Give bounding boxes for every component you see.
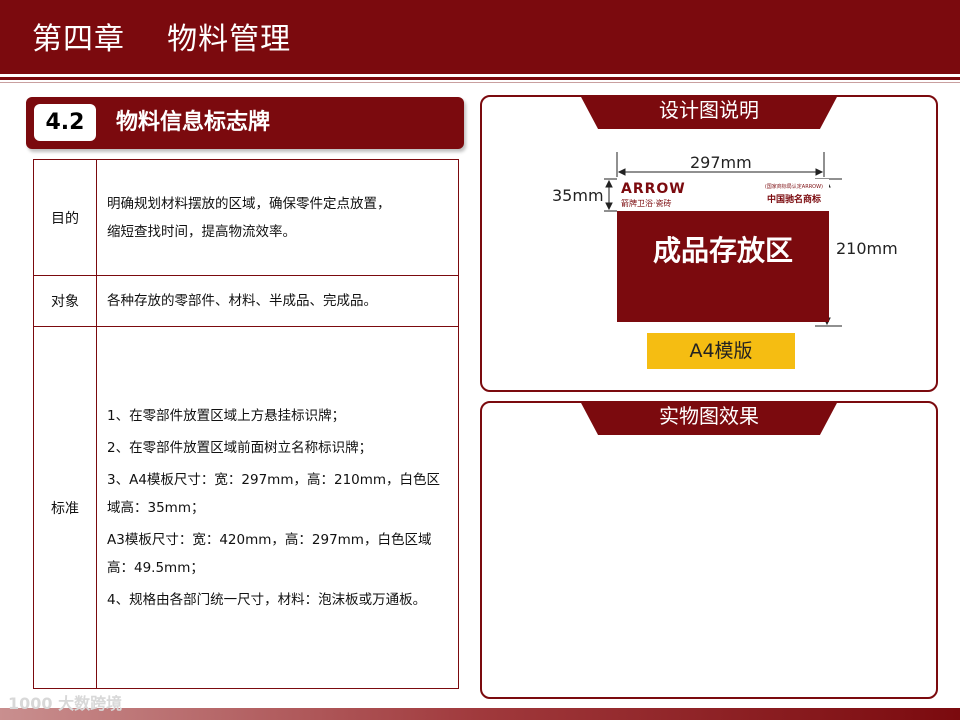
sign-plate: ARROW 箭牌卫浴·瓷砖 (国家商标局认定ARROW) 中国驰名商标 成品存放… (617, 179, 829, 322)
table-row: 对象 各种存放的零部件、材料、半成品、完成品。 (33, 275, 459, 327)
height-label: 210mm (836, 239, 898, 258)
trademark-label: 中国驰名商标 (766, 195, 821, 205)
standard-item: 2、在零部件放置区域前面树立名称标识牌； (107, 439, 373, 456)
standard-item: 3、A4模板尺寸：宽：297mm，高：210mm，白色区域高：35mm； (107, 471, 441, 516)
brand-subtitle: 箭牌卫浴·瓷砖 (621, 199, 672, 208)
sign-white-band: ARROW 箭牌卫浴·瓷砖 (国家商标局认定ARROW) 中国驰名商标 (617, 179, 829, 211)
trademark-note: (国家商标局认定ARROW) (764, 184, 823, 190)
standard-item: 4、规格由各部门统一尺寸，材料：泡沫板或万通板。 (107, 591, 427, 608)
standard-item: A3模板尺寸：宽：420mm，高：297mm，白色区域高：49.5mm； (107, 531, 432, 576)
object-label: 对象 (33, 275, 97, 327)
section-title: 物料信息标志牌 (116, 110, 271, 135)
section-number: 4.2 (34, 104, 96, 141)
standard-value: 1、在零部件放置区域上方悬挂标识牌； 2、在零部件放置区域前面树立名称标识牌； … (96, 326, 459, 689)
footer-bar (0, 708, 960, 720)
sign-text: 成品存放区 (652, 234, 793, 267)
page-title: 第四章 物料管理 (32, 22, 292, 57)
info-table: 目的 明确规划材料摆放的区域，确保零件定点放置， 缩短查找时间，提高物流效率。 … (33, 159, 459, 689)
purpose-label: 目的 (33, 159, 97, 276)
purpose-value: 明确规划材料摆放的区域，确保零件定点放置， 缩短查找时间，提高物流效率。 (96, 159, 459, 276)
purpose-line: 缩短查找时间，提高物流效率。 (107, 223, 296, 240)
standard-label: 标准 (33, 326, 97, 689)
watermark: 1000 大数跨境 (8, 694, 123, 713)
white-height-label: 35mm (552, 186, 604, 205)
brand-logo: ARROW (621, 181, 686, 197)
table-row: 目的 明确规划材料摆放的区域，确保零件定点放置， 缩短查找时间，提高物流效率。 (33, 159, 459, 276)
divider-thin (0, 82, 960, 83)
template-label: A4模版 (647, 333, 795, 369)
effect-panel-title: 实物图效果 (580, 401, 838, 435)
section-header: 4.2 物料信息标志牌 (26, 97, 464, 149)
title-bar: 第四章 物料管理 (0, 0, 960, 74)
object-value: 各种存放的零部件、材料、半成品、完成品。 (96, 275, 459, 327)
purpose-line: 明确规划材料摆放的区域，确保零件定点放置， (107, 195, 391, 212)
standard-item: 1、在零部件放置区域上方悬挂标识牌； (107, 407, 346, 424)
table-row: 标准 1、在零部件放置区域上方悬挂标识牌； 2、在零部件放置区域前面树立名称标识… (33, 326, 459, 689)
effect-panel: 实物图效果 (480, 401, 938, 699)
width-label: 297mm (690, 153, 752, 172)
divider (0, 77, 960, 80)
design-panel: 设计图说明 297mm 35mm 210mm ARROW 箭牌卫浴·瓷砖 (国家… (480, 95, 938, 392)
